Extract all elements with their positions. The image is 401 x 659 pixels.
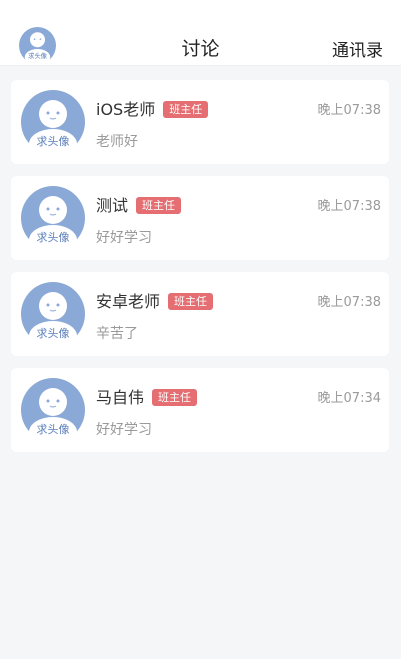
conversation-item[interactable]: 求头像 马自伟 班主任 晚上07:34 好好学习 bbox=[11, 368, 389, 452]
message-time: 晚上07:38 bbox=[317, 295, 381, 310]
avatar-caption: 求头像 bbox=[37, 327, 70, 340]
contact-name-text: 马自伟 bbox=[96, 388, 145, 407]
last-message: 老师好 bbox=[96, 134, 138, 150]
contact-name: 马自伟 班主任 bbox=[96, 384, 198, 408]
conversation-item[interactable]: 求头像 iOS老师 班主任 晚上07:38 老师好 bbox=[11, 80, 389, 164]
conversation-item[interactable]: 求头像 测试 班主任 晚上07:38 好好学习 bbox=[11, 176, 389, 260]
contact-name-text: iOS老师 bbox=[96, 100, 156, 119]
last-message: 辛苦了 bbox=[96, 326, 138, 342]
avatar-caption: 求头像 bbox=[37, 423, 70, 436]
top-nav-bar: 求头像 讨论 通讯录 bbox=[0, 0, 401, 66]
contact-name: 安卓老师 班主任 bbox=[96, 288, 214, 312]
message-time: 晚上07:34 bbox=[317, 391, 381, 406]
contact-name: iOS老师 班主任 bbox=[96, 96, 209, 120]
message-time: 晚上07:38 bbox=[317, 199, 381, 214]
role-badge: 班主任 bbox=[136, 197, 182, 214]
role-badge: 班主任 bbox=[163, 101, 209, 118]
message-time: 晚上07:38 bbox=[317, 103, 381, 118]
avatar: 求头像 bbox=[21, 90, 85, 154]
last-message: 好好学习 bbox=[96, 422, 152, 438]
avatar: 求头像 bbox=[21, 282, 85, 346]
contact-name-text: 安卓老师 bbox=[96, 292, 161, 311]
last-message: 好好学习 bbox=[96, 230, 152, 246]
contact-name-text: 测试 bbox=[96, 196, 129, 215]
role-badge: 班主任 bbox=[152, 389, 198, 406]
contact-name: 测试 班主任 bbox=[96, 192, 182, 216]
avatar-caption: 求头像 bbox=[37, 135, 70, 148]
avatar: 求头像 bbox=[21, 186, 85, 250]
contacts-button[interactable]: 通讯录 bbox=[332, 36, 383, 61]
role-badge: 班主任 bbox=[168, 293, 214, 310]
avatar-caption: 求头像 bbox=[37, 231, 70, 244]
conversation-item[interactable]: 求头像 安卓老师 班主任 晚上07:38 辛苦了 bbox=[11, 272, 389, 356]
avatar: 求头像 bbox=[21, 378, 85, 442]
